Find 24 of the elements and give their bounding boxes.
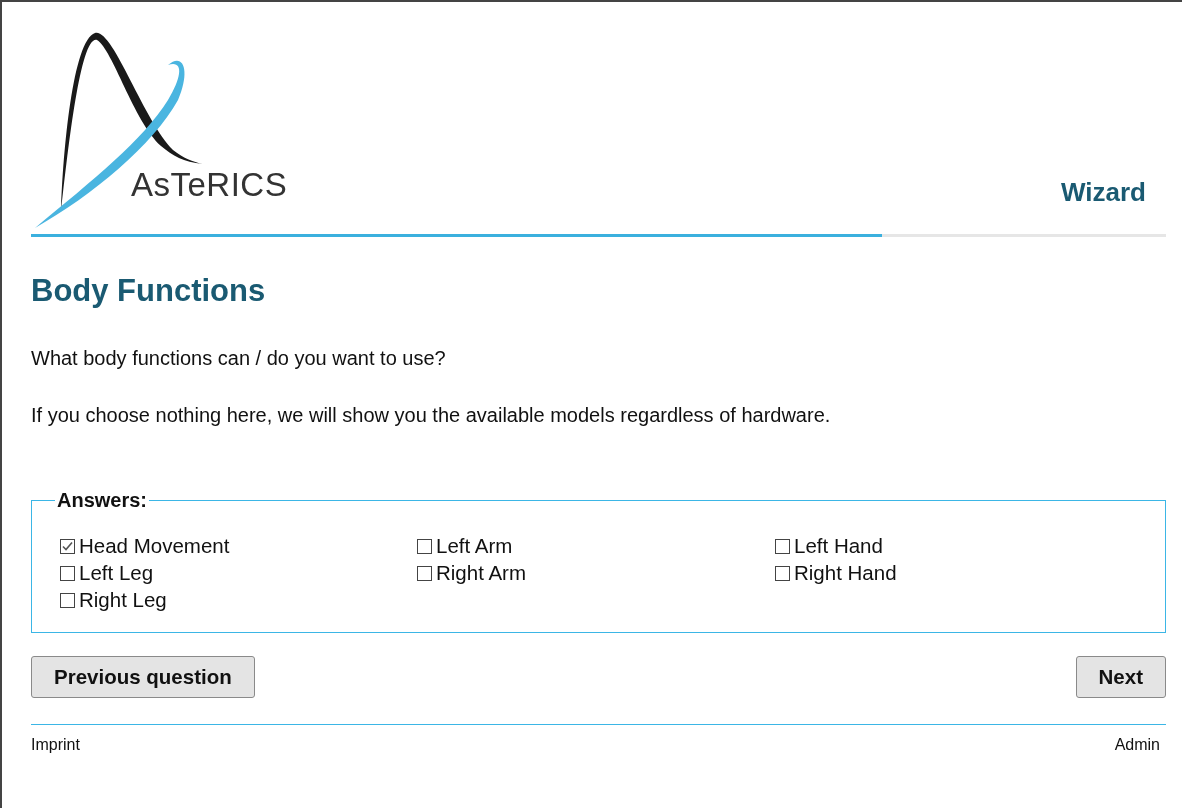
answers-legend: Answers: [55, 489, 150, 512]
option-label: Right Hand [794, 561, 897, 585]
checkbox[interactable] [60, 592, 75, 608]
next-button[interactable]: Next [1075, 656, 1166, 698]
admin-link[interactable]: Admin [1114, 736, 1160, 754]
option-label: Left Arm [436, 534, 513, 558]
checkbox[interactable] [417, 565, 432, 581]
checkbox[interactable] [417, 538, 432, 554]
wizard-title: Wizard [1061, 177, 1146, 208]
option-label: Right Arm [436, 561, 526, 585]
checkbox[interactable] [775, 538, 790, 554]
hint-text: If you choose nothing here, we will show you the available models regardless of hardware. [31, 404, 832, 427]
checkbox[interactable] [60, 538, 75, 554]
option-label: Left Hand [794, 534, 883, 558]
logo-text: AsTeRICS [131, 166, 288, 204]
question-text: What body functions can / do you want to use? [31, 347, 447, 370]
previous-question-button[interactable]: Previous question [31, 656, 255, 698]
page-heading: Body Functions [31, 273, 267, 309]
checkbox[interactable] [60, 565, 75, 581]
option-label: Right Leg [79, 588, 167, 612]
imprint-link[interactable]: Imprint [31, 736, 80, 754]
option-label: Head Movement [79, 534, 230, 558]
option-label: Left Leg [79, 561, 154, 585]
checkbox[interactable] [775, 565, 790, 581]
